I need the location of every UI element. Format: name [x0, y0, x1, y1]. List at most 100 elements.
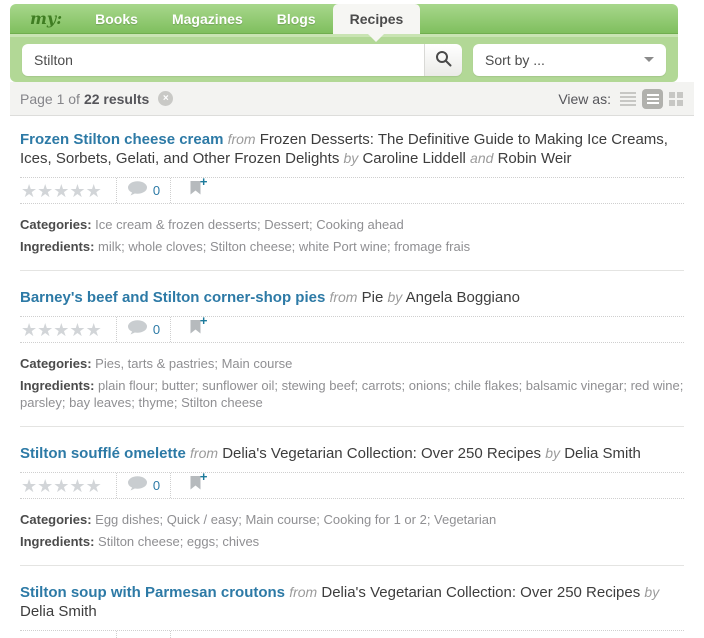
by-label: by	[545, 445, 560, 461]
view-grid-icon[interactable]	[669, 92, 684, 106]
star-icon[interactable]: ★	[53, 182, 69, 200]
tab-blogs[interactable]: Blogs	[260, 4, 333, 34]
recipe-separator	[20, 270, 684, 271]
bookmark-add-button[interactable]	[171, 631, 219, 638]
from-label: from	[228, 131, 256, 147]
and-label: and	[470, 150, 493, 166]
comments-button[interactable]	[117, 631, 171, 638]
star-rating[interactable]: ★★★★★	[20, 317, 117, 342]
recipe-author: Angela Boggiano	[406, 289, 520, 306]
view-as-controls: View as:	[558, 89, 684, 109]
comment-bubble-icon	[127, 181, 148, 201]
star-icon[interactable]: ★	[53, 321, 69, 339]
tab-books[interactable]: Books	[78, 4, 155, 34]
bookmark-plus-icon: +	[190, 476, 201, 495]
star-icon[interactable]: ★	[69, 321, 85, 339]
star-icon[interactable]: ★	[21, 321, 37, 339]
rating-row: ★★★★★ 0 +	[20, 472, 684, 499]
categories-line: Categories: Ice cream & frozen desserts;…	[20, 216, 684, 233]
star-icon[interactable]: ★	[21, 477, 37, 495]
star-icon[interactable]: ★	[69, 477, 85, 495]
bookmark-add-button[interactable]: +	[171, 178, 219, 203]
from-label: from	[289, 584, 317, 600]
ingredients-line: Ingredients: milk; whole cloves; Stilton…	[20, 238, 684, 255]
bookmark-plus-icon: +	[190, 320, 201, 339]
view-detail-icon[interactable]	[642, 89, 663, 109]
recipe-title-link[interactable]: Barney's beef and Stilton corner-shop pi…	[20, 289, 325, 306]
categories-values: Egg dishes; Quick / easy; Main course; C…	[95, 512, 496, 527]
star-rating[interactable]: ★★★★★	[20, 473, 117, 498]
clear-search-icon[interactable]: ×	[158, 91, 173, 106]
star-icon[interactable]: ★	[53, 477, 69, 495]
comment-count: 0	[153, 478, 160, 493]
categories-values: Pies, tarts & pastries; Main course	[95, 356, 292, 371]
recipe-title-link[interactable]: Stilton soufflé omelette	[20, 445, 186, 462]
comments-button[interactable]: 0	[117, 317, 171, 342]
recipe-result: Stilton soup with Parmesan croutons from…	[20, 583, 684, 638]
recipe-author2: Robin Weir	[498, 150, 572, 167]
recipe-source: Delia's Vegetarian Collection: Over 250 …	[321, 584, 640, 601]
search-button[interactable]	[424, 44, 462, 76]
star-icon[interactable]: ★	[86, 321, 102, 339]
by-label: by	[644, 584, 659, 600]
categories-line: Categories: Pies, tarts & pastries; Main…	[20, 355, 684, 372]
recipe-source: Pie	[362, 289, 384, 306]
recipe-separator	[20, 565, 684, 566]
star-icon[interactable]: ★	[37, 182, 53, 200]
star-icon[interactable]: ★	[21, 182, 37, 200]
recipe-title-line: Stilton soup with Parmesan croutons from…	[20, 583, 684, 621]
categories-label: Categories:	[20, 217, 92, 232]
page-indicator: Page 1 of	[20, 91, 80, 107]
search-box	[22, 44, 462, 76]
recipe-result: Barney's beef and Stilton corner-shop pi…	[20, 288, 684, 411]
bookmark-add-button[interactable]: +	[171, 317, 219, 342]
recipe-title-link[interactable]: Stilton soup with Parmesan croutons	[20, 584, 285, 601]
rating-row: ★★★★★ 0 +	[20, 177, 684, 204]
star-rating[interactable]: ★★★★★	[20, 178, 117, 203]
ingredients-label: Ingredients:	[20, 534, 94, 549]
search-input[interactable]	[22, 44, 424, 76]
from-label: from	[190, 445, 218, 461]
star-icon[interactable]: ★	[86, 477, 102, 495]
recipe-result: Frozen Stilton cheese cream from Frozen …	[20, 130, 684, 255]
bookmark-add-button[interactable]: +	[171, 473, 219, 498]
ingredients-values: plain flour; butter; sunflower oil; stew…	[20, 378, 683, 410]
chevron-down-icon	[644, 57, 654, 62]
star-icon[interactable]: ★	[69, 182, 85, 200]
ingredients-label: Ingredients:	[20, 239, 94, 254]
comment-count: 0	[153, 183, 160, 198]
results-bar: Page 1 of 22 results × View as:	[10, 82, 694, 116]
by-label: by	[344, 150, 359, 166]
star-icon[interactable]: ★	[37, 321, 53, 339]
search-icon	[435, 50, 452, 70]
star-rating[interactable]	[20, 631, 117, 638]
results-count: 22 results	[84, 91, 149, 107]
recipe-title-line: Barney's beef and Stilton corner-shop pi…	[20, 288, 684, 307]
recipe-separator	[20, 426, 684, 427]
ingredients-values: Stilton cheese; eggs; chives	[98, 534, 259, 549]
from-label: from	[329, 289, 357, 305]
page: my: Books Magazines Blogs Recipes Sort b…	[10, 0, 694, 638]
comment-bubble-icon	[127, 320, 148, 340]
comments-button[interactable]: 0	[117, 473, 171, 498]
sort-dropdown[interactable]: Sort by ...	[473, 44, 666, 76]
categories-label: Categories:	[20, 512, 92, 527]
tab-magazines[interactable]: Magazines	[155, 4, 260, 34]
star-icon[interactable]: ★	[37, 477, 53, 495]
categories-values: Ice cream & frozen desserts; Dessert; Co…	[95, 217, 404, 232]
recipe-title-line: Frozen Stilton cheese cream from Frozen …	[20, 130, 684, 168]
recipe-title-link[interactable]: Frozen Stilton cheese cream	[20, 131, 223, 148]
rating-row	[20, 630, 684, 638]
view-as-label: View as:	[558, 91, 611, 107]
ingredients-line: Ingredients: Stilton cheese; eggs; chive…	[20, 533, 684, 550]
comment-count: 0	[153, 322, 160, 337]
sort-label: Sort by ...	[485, 52, 545, 68]
comments-button[interactable]: 0	[117, 178, 171, 203]
ingredients-values: milk; whole cloves; Stilton cheese; whit…	[98, 239, 470, 254]
ingredients-label: Ingredients:	[20, 378, 94, 393]
ingredients-line: Ingredients: plain flour; butter; sunflo…	[20, 377, 684, 411]
tab-recipes[interactable]: Recipes	[333, 4, 421, 34]
star-icon[interactable]: ★	[86, 182, 102, 200]
by-label: by	[388, 289, 403, 305]
view-list-icon[interactable]	[620, 92, 636, 106]
